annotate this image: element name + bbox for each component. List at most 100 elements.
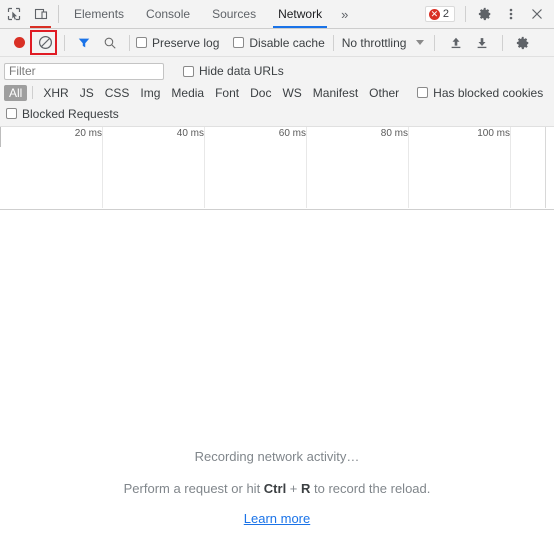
kebab-glyph [509,8,513,20]
close-icon[interactable] [524,1,550,27]
ruler-tick-label: 20 ms [74,128,102,139]
empty-state-title: Recording network activity… [194,449,360,464]
import-har-button[interactable] [443,30,469,56]
empty-state-subtitle: Perform a request or hit Ctrl + R to rec… [0,481,554,496]
ruler-tick-label: 40 ms [176,128,204,139]
tab-elements-label: Elements [74,7,125,21]
disable-cache-label: Disable cache [249,35,325,50]
timeline-ruler[interactable]: 20 ms 40 ms 60 ms 80 ms 100 ms [0,127,554,208]
ruler-tick-divider [408,127,409,208]
download-arrow-icon [478,37,487,48]
ruler-tick-divider [102,127,103,208]
has-blocked-cookies-label: Has blocked cookies [433,85,544,100]
blocked-requests-box-icon [6,108,17,119]
hide-data-urls-box-icon [183,65,194,77]
toolbar-divider-5 [502,34,504,51]
disable-cache-checkbox[interactable]: Disable cache [233,35,325,50]
shortcut-r-key: R [301,481,311,496]
blocked-requests-label: Blocked Requests [22,106,119,121]
tab-console[interactable]: Console [135,0,201,28]
tab-console-label: Console [146,7,191,21]
filter-row-blocked: Blocked Requests [0,103,554,124]
tab-network-label: Network [278,7,323,21]
close-glyph [532,9,542,19]
empty-state-message: Recording network activity… Perform a re… [0,449,554,526]
empty-state-sub-suffix: to record the reload. [310,481,431,496]
network-filter-bar: Hide data URLs All XHR JS CSS Img Media … [0,57,554,127]
blocked-requests-checkbox[interactable]: Blocked Requests [6,107,119,121]
preserve-log-box-icon [136,37,147,48]
toolbar-divider-3 [332,34,334,51]
tabstrip-divider [58,5,59,23]
filter-chip-css[interactable]: CSS [100,85,135,101]
chip-divider [32,86,34,99]
record-button[interactable] [6,30,32,56]
device-toolbar-glyph [34,8,47,20]
shortcut-plus: + [286,481,302,496]
filter-chip-doc[interactable]: Doc [245,85,276,101]
preserve-log-label: Preserve log [152,35,220,50]
tab-sources-label: Sources [212,7,257,21]
throttling-value: No throttling [341,35,407,50]
funnel-glyph [78,38,90,47]
filter-chip-img[interactable]: Img [135,85,165,101]
network-toolbar: Preserve log Disable cache No throttling [0,29,554,57]
filter-row-primary: Hide data URLs [0,60,554,82]
network-overview-pane[interactable]: 20 ms 40 ms 60 ms 80 ms 100 ms [0,127,554,210]
throttling-dropdown[interactable]: No throttling [342,36,425,50]
ruler-tick-divider [204,127,205,208]
record-dot-icon [13,37,25,48]
cursor-inspect-icon[interactable] [0,0,27,28]
filter-chip-manifest[interactable]: Manifest [308,85,363,101]
clear-no-entry-icon [38,35,52,50]
ruler-tick-label: 80 ms [380,128,408,139]
upload-arrow-icon [452,37,461,48]
error-count-badge[interactable]: ✕ 2 [424,6,455,22]
export-har-button[interactable] [469,30,495,56]
filter-funnel-icon[interactable] [71,30,97,56]
more-tabs-label: » [341,6,349,22]
tabstrip-right-controls: ✕ 2 [424,0,554,28]
disable-cache-box-icon [233,37,245,48]
network-request-pane: Recording network activity… Perform a re… [0,211,554,536]
more-tabs-chevron-icon[interactable]: » [333,0,356,28]
device-toolbar-icon[interactable] [27,0,54,28]
has-blocked-cookies-checkbox[interactable]: Has blocked cookies [417,86,543,100]
tab-network[interactable]: Network [267,0,333,28]
learn-more-link[interactable]: Learn more [244,511,310,526]
filter-chip-font[interactable]: Font [210,85,244,101]
ruler-tick-divider [306,127,307,208]
filter-chip-xhr[interactable]: XHR [38,85,73,101]
error-count-label: 2 [442,8,449,20]
preserve-log-checkbox[interactable]: Preserve log [136,36,219,50]
settings-gear-icon [517,36,529,49]
devtools-tab-strip: Elements Console Sources Network » ✕ 2 [0,0,554,29]
network-settings-button[interactable] [510,30,536,56]
search-icon[interactable] [97,30,123,56]
ruler-right-edge [545,127,546,208]
chevron-down-icon [416,40,425,45]
gear-glyph [478,7,491,21]
hide-data-urls-label: Hide data URLs [199,64,284,78]
kebab-menu-icon[interactable] [498,1,524,27]
ruler-tick-label: 60 ms [278,128,306,139]
ruler-tick-label: 100 ms [477,128,510,139]
gear-icon[interactable] [472,1,498,27]
filter-chip-media[interactable]: Media [166,85,209,101]
toolbar-divider-1 [64,34,65,51]
search-glyph [104,37,116,49]
filter-type-chips: All XHR JS CSS Img Media Font Doc WS Man… [0,82,554,103]
clear-button[interactable] [32,30,58,56]
has-blocked-cookies-box-icon [417,87,429,98]
filter-chip-all[interactable]: All [4,84,28,101]
toolbar-divider-2 [129,34,130,51]
hide-data-urls-checkbox[interactable]: Hide data URLs [183,64,284,78]
shortcut-ctrl-key: Ctrl [263,481,287,496]
tab-elements[interactable]: Elements [63,0,135,28]
empty-state-sub-prefix: Perform a request or hit [123,481,264,496]
filter-chip-other[interactable]: Other [364,85,404,101]
filter-input[interactable] [4,62,164,80]
filter-chip-js[interactable]: JS [75,85,99,101]
tab-sources[interactable]: Sources [201,0,267,28]
filter-chip-ws[interactable]: WS [277,85,306,101]
